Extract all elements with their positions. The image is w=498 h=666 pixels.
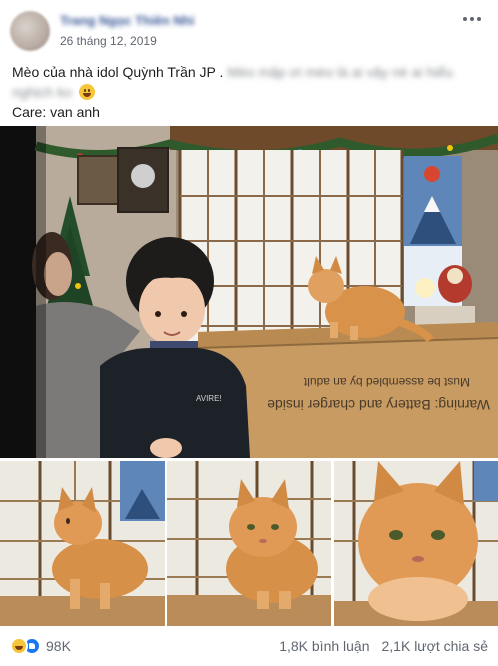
box-warning-text: Warning: Battery and charger inside [267, 397, 490, 413]
post-caption: Mèo của nhà idol Quỳnh Trần JP . Mèo mập… [12, 62, 482, 122]
care-line: Care: van anh [12, 104, 100, 120]
reaction-count: 98K [46, 638, 71, 654]
caption-blurred-text: Mèo mập ơi mèo là ai vậy nè ai hiểu [227, 64, 453, 80]
caption-blurred-text-2: nghịch ko [12, 84, 72, 100]
photo-thumbnail[interactable] [167, 461, 331, 626]
more-options-icon[interactable] [460, 8, 484, 30]
comments-count[interactable]: 1,8K bình luận [279, 638, 369, 654]
photo-thumbnail[interactable] [0, 461, 165, 626]
author-name[interactable]: Trang Ngọc Thiên Nhi [60, 13, 194, 28]
box-assembly-text: Must be assembled by an adult [303, 375, 470, 389]
post-footer: 98K 1,8K bình luận 2,1K lượt chia sẻ [0, 626, 498, 666]
smile-emoji-icon [78, 84, 95, 100]
main-photo[interactable]: AVIRE! Warning: Battery and charger insi… [0, 126, 498, 458]
author-avatar[interactable] [10, 11, 50, 51]
post-date[interactable]: 26 tháng 12, 2019 [60, 34, 157, 48]
shares-count[interactable]: 2,1K lượt chia sẻ [382, 638, 489, 654]
haha-reaction-icon [10, 637, 28, 655]
reactions-summary[interactable]: 98K [10, 637, 71, 655]
shirt-text: AVIRE! [196, 394, 222, 403]
caption-text: Mèo của nhà idol Quỳnh Trần JP . [12, 64, 224, 80]
post-stats: 1,8K bình luận 2,1K lượt chia sẻ [279, 638, 488, 654]
facebook-post: Trang Ngọc Thiên Nhi 26 tháng 12, 2019 M… [0, 0, 498, 666]
photo-thumbnail[interactable] [334, 461, 498, 626]
